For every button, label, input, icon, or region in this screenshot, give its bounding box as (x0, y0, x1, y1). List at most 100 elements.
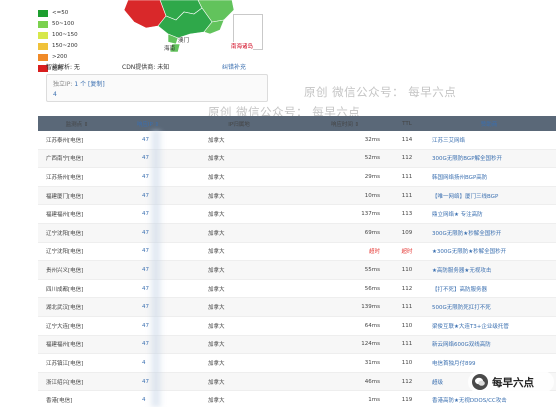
header-sponsor: 赞助商 (480, 121, 498, 128)
table-row: 辽宁沈阳[电信] 47 加拿大 69ms 109 300G无限防★秒解全国秒开 (38, 223, 556, 243)
redaction-blur (148, 130, 164, 407)
sponsor-link[interactable]: 电信首独月付899 (422, 359, 556, 367)
response-time-cell: 29ms (364, 173, 380, 180)
ttl-cell: 110 (401, 322, 413, 329)
legend-swatch (38, 31, 48, 39)
node-cell: 江苏泰州[电信] (46, 137, 84, 144)
unique-ip-count: 1 个 (74, 81, 87, 88)
table-row: 广西南宁[电信] 47 加拿大 52ms 112 300G无限防BGP解全国秒开 (38, 149, 556, 169)
sponsor-link[interactable]: 300G无限防★秒解全国秒开 (422, 229, 556, 237)
unique-ip-value[interactable]: 4 (53, 91, 57, 98)
table-row: 四川成都[电信] 47 加拿大 56ms 112 【打不死】高防服务器 (38, 280, 556, 299)
response-time-cell: 124ms (361, 341, 380, 348)
header-ttl: TTL (402, 120, 412, 127)
node-cell: 香港[电信] (46, 398, 73, 405)
south-sea-label: 南海诸岛 (231, 42, 254, 50)
ttl-cell: 111 (401, 341, 413, 348)
table-row: 贵州兴义[电信] 47 加拿大 55ms 110 ★高防服务器★无视攻击 (38, 261, 556, 280)
sponsor-link[interactable]: ★300G无限防★秒解全国秒开 (422, 247, 556, 255)
response-time-cell: 56ms (364, 285, 380, 292)
legend-label: <=50 (52, 10, 69, 16)
ttl-cell: 112 (401, 285, 413, 292)
sponsor-link[interactable]: 500G无限防死扛打不死 (422, 303, 556, 311)
table-header: 监测点 ⇕ 响应IP ⇕ IP归属地 响应时间 ⇕ TTL 赞助商 (38, 116, 556, 131)
node-cell: 江苏扬州[电信] (46, 174, 84, 181)
node-cell: 福建福州[电信] (46, 342, 84, 349)
legend-item: <=50 (38, 8, 78, 18)
table-row: 江苏泰州[电信] 47 加拿大 32ms 114 江苏三艾网络 (38, 131, 556, 150)
table-row: 湖北武汉[电信] 47 加拿大 139ms 111 500G无限防死扛打不死 (38, 298, 556, 317)
header-ip[interactable]: 响应IP ⇕ (116, 120, 180, 128)
node-cell: 四川成都[电信] (46, 286, 84, 293)
node-cell: 福建厦门[电信] (46, 193, 84, 200)
table-row: 辽宁沈阳[电信] 47 加拿大 超时 超时 ★300G无限防★秒解全国秒开 (38, 243, 556, 262)
china-latency-map: 澳门 海南 (120, 0, 240, 56)
watermark: 原创 微信公众号： 每早六点 (304, 85, 457, 99)
sponsor-link[interactable]: 【打不死】高防服务器 (422, 285, 556, 293)
ttl-cell: 114 (401, 136, 413, 143)
sponsor-link[interactable]: ★高防服务器★无视攻击 (422, 266, 556, 274)
response-time-cell: 超时 (368, 249, 380, 256)
ttl-cell: 112 (401, 378, 413, 385)
badge-text: 每早六点 (492, 376, 534, 389)
wechat-badge: 每早六点 (468, 371, 554, 393)
ttl-cell: 109 (401, 229, 413, 236)
response-time-cell: 1ms (368, 397, 380, 404)
legend-label: >200 (52, 54, 68, 60)
table-row: 江苏扬州[电信] 47 加拿大 29ms 111 韩国网络扬州BGP高防 (38, 168, 556, 187)
legend-swatch (38, 20, 48, 28)
sponsor-link[interactable]: 梁俊互联★大连T3+企业级托管 (422, 322, 556, 330)
sponsor-link[interactable]: 香港高防★无视DDOS/CC攻击 (422, 396, 556, 404)
location-cell: 加拿大 (208, 249, 225, 256)
location-cell: 加拿大 (208, 230, 225, 237)
response-time-cell: 55ms (364, 266, 380, 273)
location-cell: 加拿大 (208, 379, 225, 386)
node-cell: 广西南宁[电信] (46, 156, 84, 163)
ttl-cell: 112 (401, 155, 413, 162)
legend-label: 50~100 (52, 21, 75, 27)
node-cell: 贵州兴义[电信] (46, 267, 84, 274)
map-label-hainan: 海南 (164, 46, 176, 52)
legend-swatch (38, 53, 48, 61)
report-link[interactable]: 纠错补充 (222, 62, 246, 71)
response-time-cell: 32ms (364, 136, 380, 143)
wechat-icon (472, 374, 488, 390)
sponsor-link[interactable]: 韩国网络扬州BGP高防 (422, 173, 556, 181)
legend-label: 100~150 (52, 32, 78, 38)
location-cell: 加拿大 (208, 398, 225, 405)
table-row: 福建福州[电信] 47 加拿大 124ms 111 新云网络600G双线高防 (38, 335, 556, 355)
location-cell: 加拿大 (208, 174, 225, 181)
location-cell: 加拿大 (208, 286, 225, 293)
legend-item: 150~200 (38, 41, 78, 51)
response-time-cell: 52ms (364, 155, 380, 162)
table-row: 辽宁大连[电信] 47 加拿大 64ms 110 梁俊互联★大连T3+企业级托管 (38, 317, 556, 336)
sponsor-link[interactable]: 新云网络600G双线高防 (422, 340, 556, 348)
table-body: 江苏泰州[电信] 47 加拿大 32ms 114 江苏三艾网络 广西南宁[电信] 47 加拿大 5… (38, 131, 556, 407)
sponsor-link[interactable]: 300G无限防BGP解全国秒开 (422, 154, 556, 162)
node-cell: 湖北武汉[电信] (46, 305, 84, 312)
smart-dns-info: 智能解析: 无 (46, 64, 80, 71)
location-cell: 加拿大 (208, 212, 225, 219)
header-time[interactable]: 响应时间 ⇕ (298, 120, 392, 128)
header-node[interactable]: 监测点 ⇕ (38, 120, 116, 128)
sponsor-link[interactable]: 江苏三艾网络 (422, 136, 556, 144)
response-time-cell: 139ms (361, 304, 380, 311)
ttl-cell: 110 (401, 266, 413, 273)
legend-swatch (38, 42, 48, 50)
ttl-cell: 111 (401, 304, 413, 311)
copy-button[interactable]: [复制] (88, 81, 105, 88)
ping-results-table: 监测点 ⇕ 响应IP ⇕ IP归属地 响应时间 ⇕ TTL 赞助商 江苏泰州[电… (38, 116, 556, 407)
map-shapes (123, 0, 235, 53)
location-cell: 加拿大 (208, 156, 225, 163)
legend-swatch (38, 9, 48, 17)
response-time-cell: 31ms (364, 359, 380, 366)
ttl-cell: 110 (401, 359, 413, 366)
legend-item: 50~100 (38, 19, 78, 29)
sponsor-link[interactable]: 【唯一网络】厦门三线BGP (422, 192, 556, 200)
node-cell: 辽宁大连[电信] (46, 323, 84, 330)
location-cell: 加拿大 (208, 137, 225, 144)
location-cell: 加拿大 (208, 323, 225, 330)
ttl-cell: 113 (401, 211, 413, 218)
node-cell: 浙江绍兴[电信] (46, 379, 84, 386)
sponsor-link[interactable]: 鼎立网络★ 专注高防 (422, 210, 556, 218)
